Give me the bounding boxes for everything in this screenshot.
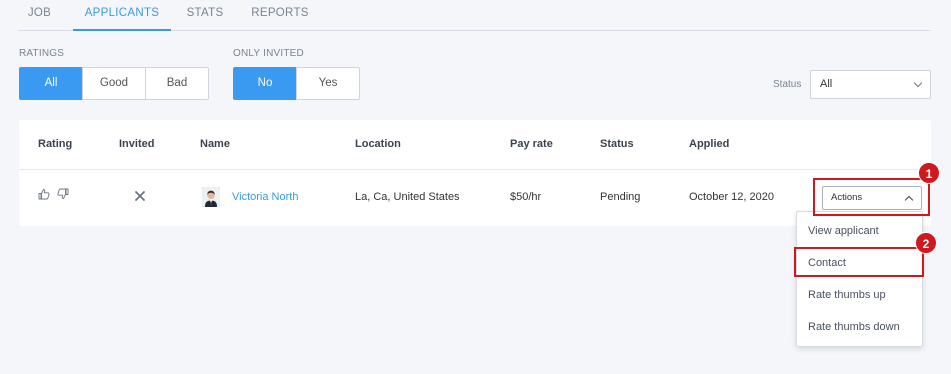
menu-item-rate-thumbs-down[interactable]: Rate thumbs down bbox=[797, 311, 924, 343]
only-invited-segmented-control: No Yes bbox=[233, 67, 360, 100]
highlight-box-contact bbox=[794, 247, 924, 277]
tab-applicants[interactable]: APPLICANTS bbox=[73, 0, 171, 31]
highlight-box-actions bbox=[813, 178, 930, 216]
step-badge-1: 1 bbox=[918, 162, 940, 184]
tab-stats[interactable]: STATS bbox=[185, 0, 225, 31]
table-header: Rating Invited Name Location Pay rate St… bbox=[19, 120, 931, 170]
applicant-status: Pending bbox=[600, 191, 641, 203]
status-filter-select[interactable]: All bbox=[810, 70, 931, 99]
applicant-applied-date: October 12, 2020 bbox=[689, 191, 775, 203]
tab-bar: JOB APPLICANTS STATS REPORTS bbox=[18, 0, 931, 31]
applicants-table: Rating Invited Name Location Pay rate St… bbox=[19, 120, 931, 226]
thumbs-down-icon[interactable] bbox=[57, 188, 69, 200]
only-invited-yes-button[interactable]: Yes bbox=[296, 67, 360, 100]
only-invited-filter-label: ONLY INVITED bbox=[233, 48, 304, 59]
ratings-filter-label: RATINGS bbox=[19, 48, 65, 59]
ratings-bad-button[interactable]: Bad bbox=[145, 67, 209, 100]
column-header-rating: Rating bbox=[38, 138, 73, 150]
column-header-invited: Invited bbox=[119, 138, 155, 150]
step-badge-2: 2 bbox=[915, 232, 937, 254]
ratings-good-button[interactable]: Good bbox=[82, 67, 146, 100]
applicant-location: La, Ca, United States bbox=[355, 191, 460, 203]
status-filter-value: All bbox=[820, 78, 833, 90]
column-header-pay-rate: Pay rate bbox=[510, 138, 553, 150]
only-invited-no-button[interactable]: No bbox=[233, 67, 297, 100]
avatar bbox=[202, 187, 220, 207]
chevron-down-icon bbox=[913, 78, 923, 88]
column-header-location: Location bbox=[355, 138, 401, 150]
thumbs-up-icon[interactable] bbox=[38, 188, 50, 200]
tab-job[interactable]: JOB bbox=[18, 0, 61, 31]
applicant-name-link[interactable]: Victoria North bbox=[232, 191, 298, 203]
close-icon bbox=[135, 191, 145, 201]
status-filter-label: Status bbox=[773, 79, 802, 90]
column-header-status: Status bbox=[600, 138, 634, 150]
menu-item-view-applicant[interactable]: View applicant bbox=[797, 215, 924, 247]
applicant-pay-rate: $50/hr bbox=[510, 191, 542, 203]
ratings-all-button[interactable]: All bbox=[19, 67, 83, 100]
tab-reports[interactable]: REPORTS bbox=[250, 0, 310, 31]
actions-menu: View applicant Contact Rate thumbs up Ra… bbox=[796, 211, 923, 347]
column-header-applied: Applied bbox=[689, 138, 730, 150]
menu-item-rate-thumbs-up[interactable]: Rate thumbs up bbox=[797, 279, 924, 311]
ratings-segmented-control: All Good Bad bbox=[19, 67, 209, 100]
column-header-name: Name bbox=[200, 138, 230, 150]
